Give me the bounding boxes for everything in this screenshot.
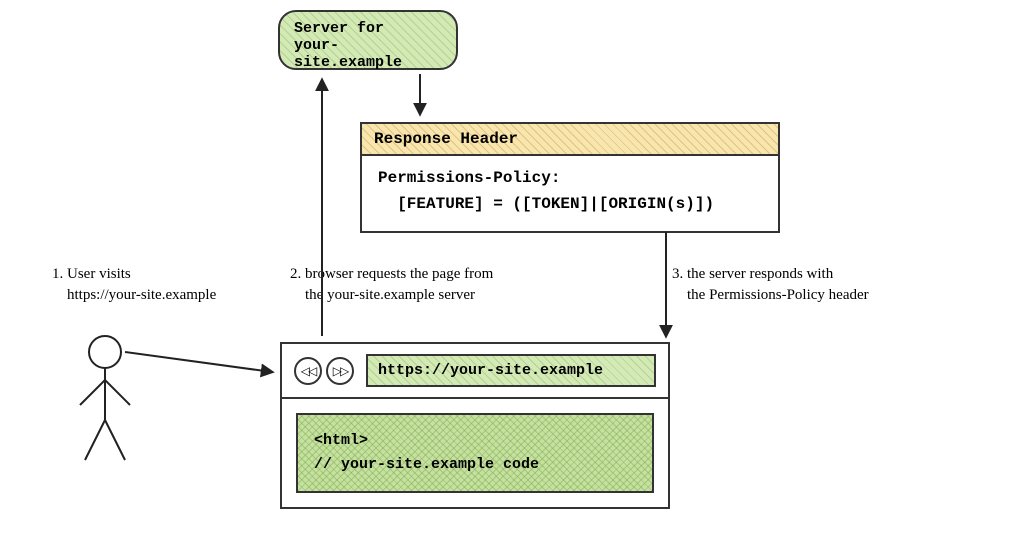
browser-toolbar: ◁◁ ▷▷ https://your-site.example [282,344,668,399]
url-text: https://your-site.example [378,362,603,379]
user-icon [80,336,130,460]
caption-step1: 1. User visits https://your-site.example [52,264,216,306]
forward-button[interactable]: ▷▷ [326,357,354,385]
response-body: Permissions-Policy: [FEATURE] = ([TOKEN]… [362,156,778,231]
server-label-line1: Server for [294,20,442,37]
response-header-title: Response Header [362,124,778,156]
caption-step3: 3. the server responds with the Permissi… [672,264,869,306]
back-button[interactable]: ◁◁ [294,357,322,385]
forward-icon: ▷▷ [333,364,347,378]
browser-window: ◁◁ ▷▷ https://your-site.example <html> /… [280,342,670,509]
caption-step2: 2. browser requests the page from the yo… [290,264,493,306]
url-bar[interactable]: https://your-site.example [366,354,656,387]
page-code: <html> // your-site.example code [296,413,654,493]
server-box: Server for your-site.example [278,10,458,70]
server-label-line2: your-site.example [294,37,442,71]
back-icon: ◁◁ [301,364,315,378]
response-box: Response Header Permissions-Policy: [FEA… [360,122,780,233]
browser-body: <html> // your-site.example code [282,399,668,507]
